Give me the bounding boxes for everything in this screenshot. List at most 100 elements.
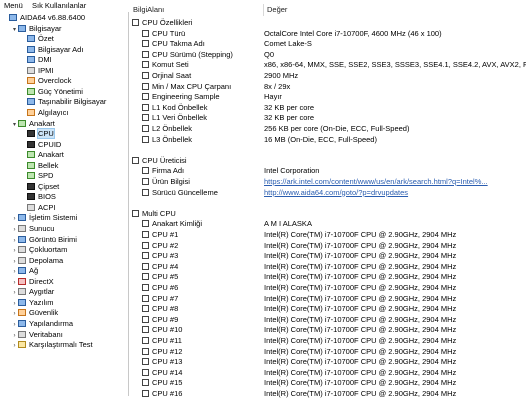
detail-row[interactable]: CPU Türü OctalCore Intel Core i7-10700F, … [130,29,528,40]
chevron-down-icon[interactable]: ▾ [11,120,18,130]
tree-bios[interactable]: BIOS [20,192,56,202]
detail-row[interactable]: L1 Kod Önbellek 32 KB per core [130,103,528,114]
tree-goruntu-birimi[interactable]: › Görüntü Birimi [11,235,77,245]
tree-ag[interactable]: › Ağ [11,266,39,277]
tree-yapilandirma[interactable]: › Yapılandırma [11,319,74,330]
tree-cpuid[interactable]: CPUID [20,140,61,150]
detail-row[interactable]: L2 Önbellek 256 KB per core (On-Die, ECC,… [130,124,528,135]
tree-veritabani[interactable]: › Veritabanı [11,330,63,340]
detail-row[interactable]: CPU #11 Intel(R) Core(TM) i7-10700F CPU @… [130,336,528,347]
detail-row[interactable]: CPU #1 Intel(R) Core(TM) i7-10700F CPU @ … [130,230,528,241]
tree-yazilim[interactable]: › Yazılım [11,298,54,309]
chevron-right-icon[interactable]: › [11,331,18,341]
tree-guvenlik[interactable]: › Güvenlik [11,308,59,319]
tree-cokluortam[interactable]: › Çokluortam [11,245,68,256]
tree-anakart[interactable]: ▾ Anakart [11,119,55,129]
chevron-down-icon[interactable]: ▾ [11,25,18,35]
tree-node-icon [18,214,26,222]
detail-row[interactable]: CPU #12 Intel(R) Core(TM) i7-10700F CPU @… [130,347,528,358]
detail-row[interactable]: CPU #16 Intel(R) Core(TM) i7-10700F CPU @… [130,389,528,400]
tree-spd[interactable]: SPD [20,171,53,181]
detail-row[interactable]: CPU #2 Intel(R) Core(TM) i7-10700F CPU @ … [130,241,528,252]
chevron-right-icon[interactable]: › [11,214,18,224]
tree-ozet[interactable]: Özet [20,34,54,44]
field-name: CPU #13 [130,357,274,368]
section-header[interactable]: CPU Üreticisi [130,156,528,167]
chevron-right-icon[interactable]: › [11,320,18,330]
detail-row[interactable]: Anakart Kimliği A M I ALASKA [130,219,528,230]
detail-row[interactable]: Komut Seti x86, x86-64, MMX, SSE, SSE2, S… [130,60,528,71]
section-header[interactable]: Multi CPU [130,209,528,220]
tree-node-icon [18,246,26,254]
chevron-right-icon[interactable]: › [11,299,18,309]
field-name: Min / Max CPU Çarpanı [130,82,274,93]
tree-dmi[interactable]: DMI [20,55,52,65]
tree-cpu[interactable]: CPU [20,128,55,140]
chevron-right-icon[interactable]: › [11,341,18,351]
detail-row[interactable]: Sürücü Güncelleme http://www.aida64.com/g… [130,188,528,199]
tree-algilayici[interactable]: Algılayıcı [20,108,68,118]
detail-row[interactable]: CPU #4 Intel(R) Core(TM) i7-10700F CPU @ … [130,262,528,273]
detail-row[interactable]: CPU #8 Intel(R) Core(TM) i7-10700F CPU @ … [130,304,528,315]
detail-row[interactable]: CPU #3 Intel(R) Core(TM) i7-10700F CPU @ … [130,251,528,262]
tree-sunucu[interactable]: › Sunucu [11,224,55,235]
detail-row[interactable]: CPU #7 Intel(R) Core(TM) i7-10700F CPU @ … [130,294,528,305]
detail-row[interactable]: CPU #13 Intel(R) Core(TM) i7-10700F CPU @… [130,357,528,368]
field-icon [142,93,149,101]
chevron-right-icon[interactable]: › [11,309,18,319]
field-label: L1 Kod Önbellek [152,102,208,112]
tree-anakart-sub[interactable]: Anakart [20,150,64,160]
tree-acpi[interactable]: ACPI [20,203,56,213]
chevron-right-icon[interactable]: › [11,257,18,267]
field-name: CPU #8 [130,304,274,315]
tree-bilgisayar-adi[interactable]: Bilgisayar Adı [20,45,83,55]
detail-row[interactable]: L1 Veri Önbellek 32 KB per core [130,113,528,124]
chevron-right-icon[interactable]: › [11,225,18,235]
tree-bellek[interactable]: Bellek [20,161,58,171]
chevron-right-icon[interactable]: › [11,246,18,256]
detail-row[interactable]: Orjinal Saat 2900 MHz [130,71,528,82]
field-icon [142,188,149,196]
tree-isletim-sistemi[interactable]: › İşletim Sistemi [11,213,78,224]
detail-row[interactable]: Engineering Sample Hayır [130,92,528,103]
tree-bilgisayar[interactable]: ▾ Bilgisayar [11,24,62,34]
tree-karsilastirmali-test[interactable]: › Karşılaştırmalı Test [11,340,93,350]
detail-row[interactable]: CPU #5 Intel(R) Core(TM) i7-10700F CPU @ … [130,272,528,283]
detail-row[interactable]: CPU Sürümü (Stepping) Q0 [130,50,528,61]
field-label: CPU #4 [152,261,179,271]
detail-row[interactable]: CPU #9 Intel(R) Core(TM) i7-10700F CPU @ … [130,315,528,326]
tree-aygitlar[interactable]: › Aygıtlar [11,287,55,298]
navigation-tree[interactable]: AIDA64 v6.88.6400 ▾ Bilgisayar Özet Bilgisay… [0,12,129,396]
tree-aida64-root[interactable]: AIDA64 v6.88.6400 [2,13,85,23]
tree-cipset[interactable]: Çipset [20,182,59,192]
tree-directx[interactable]: › DirectX [11,277,54,287]
menu-item-favorites[interactable]: Sık Kullanılanlar [32,1,86,10]
chevron-right-icon[interactable]: › [11,236,18,246]
detail-row[interactable]: CPU #15 Intel(R) Core(TM) i7-10700F CPU @… [130,378,528,389]
value-link[interactable]: http://www.aida64.com/goto/?p=drvupdates [264,188,526,199]
column-header-value[interactable]: Değer [264,4,528,16]
detail-row[interactable]: Min / Max CPU Çarpanı 8x / 29x [130,82,528,93]
tree-overclock[interactable]: Overclock [20,76,71,86]
menu-item-menu[interactable]: Menü [4,1,23,10]
chevron-right-icon[interactable]: › [11,267,18,277]
chevron-right-icon[interactable]: › [11,288,18,298]
section-header[interactable]: CPU Özellikleri [130,18,528,29]
detail-row[interactable]: L3 Önbellek 16 MB (On-Die, ECC, Full-Spee… [130,135,528,146]
column-header-field[interactable]: BilgiAlanı [130,4,264,16]
detail-row[interactable]: Ürün Bilgisi https://ark.intel.com/conten… [130,177,528,188]
field-name: Firma Adı [130,166,274,177]
detail-row[interactable]: CPU #14 Intel(R) Core(TM) i7-10700F CPU @… [130,368,528,379]
tree-node-label: Bellek [38,160,59,170]
tree-tasinabilir[interactable]: Taşınabilir Bilgisayar [20,97,106,107]
detail-row[interactable]: CPU Takma Adı Comet Lake-S [130,39,528,50]
detail-row[interactable]: CPU #10 Intel(R) Core(TM) i7-10700F CPU @… [130,325,528,336]
tree-ipmi[interactable]: IPMI [20,66,53,76]
detail-row[interactable]: Firma Adı Intel Corporation [130,166,528,177]
field-icon [142,61,149,69]
chevron-right-icon[interactable]: › [11,278,18,288]
value-link[interactable]: https://ark.intel.com/content/www/us/en/… [264,177,526,188]
detail-row[interactable]: CPU #6 Intel(R) Core(TM) i7-10700F CPU @ … [130,283,528,294]
tree-guc-yonetimi[interactable]: Güç Yönetimi [20,87,83,97]
tree-depolama[interactable]: › Depolama [11,256,64,267]
